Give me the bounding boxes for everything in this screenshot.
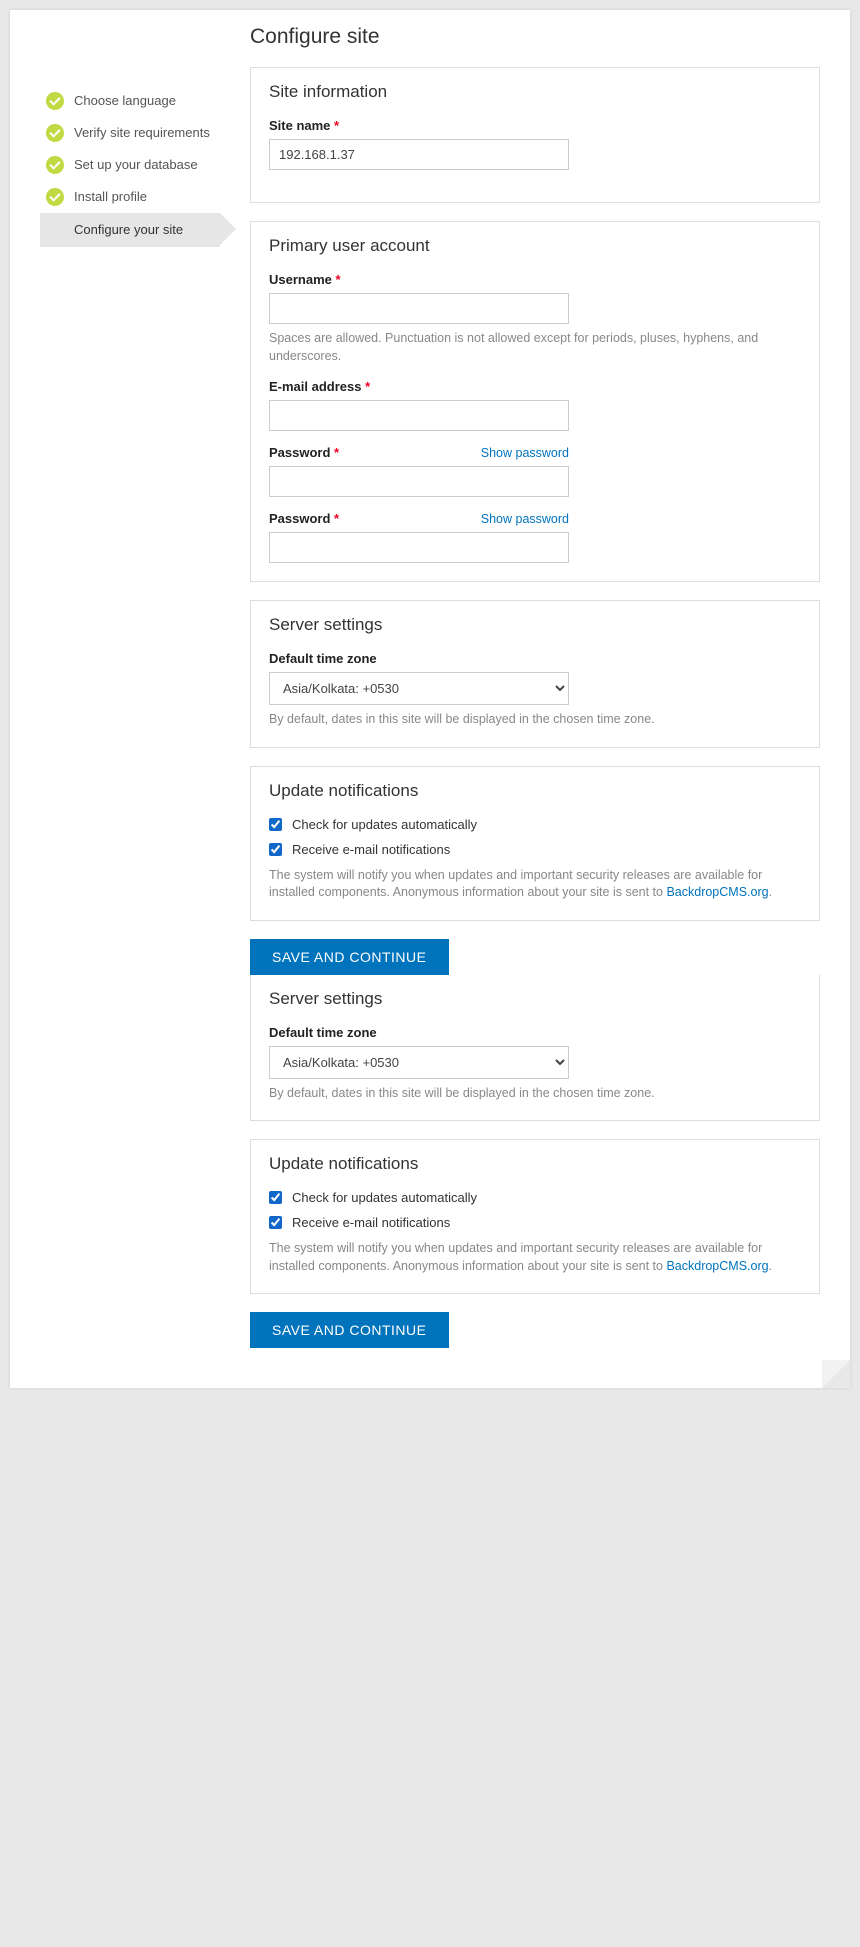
timezone-help: By default, dates in this site will be d… bbox=[269, 711, 801, 729]
site-information-card: Site information Site name * bbox=[250, 67, 820, 203]
timezone-label: Default time zone bbox=[269, 651, 801, 666]
timezone-select[interactable]: Asia/Kolkata: +0530 bbox=[269, 1046, 569, 1079]
primary-user-card: Primary user account Username * Spaces a… bbox=[250, 221, 820, 582]
step-verify-requirements: Verify site requirements bbox=[40, 117, 220, 149]
server-settings-card: Server settings Default time zone Asia/K… bbox=[250, 600, 820, 748]
email-notifications-checkbox[interactable] bbox=[269, 1216, 282, 1229]
backdrop-link[interactable]: BackdropCMS.org bbox=[666, 1259, 768, 1273]
corner-fold-icon bbox=[822, 1360, 850, 1388]
required-marker: * bbox=[365, 379, 370, 394]
password-label: Password * bbox=[269, 445, 339, 460]
card-legend: Update notifications bbox=[269, 1154, 801, 1174]
password-confirm-input[interactable] bbox=[269, 532, 569, 563]
step-label: Set up your database bbox=[74, 156, 198, 174]
update-notifications-card-dup: Update notifications Check for updates a… bbox=[250, 1139, 820, 1294]
show-password-link[interactable]: Show password bbox=[481, 512, 569, 526]
card-legend: Primary user account bbox=[269, 236, 801, 256]
save-continue-button[interactable]: SAVE AND CONTINUE bbox=[250, 939, 449, 975]
server-settings-card-dup: Server settings Default time zone Asia/K… bbox=[250, 975, 820, 1122]
updates-note: The system will notify you when updates … bbox=[269, 1240, 801, 1275]
step-label: Install profile bbox=[74, 188, 147, 206]
step-choose-language: Choose language bbox=[40, 85, 220, 117]
show-password-link[interactable]: Show password bbox=[481, 446, 569, 460]
check-icon bbox=[46, 92, 64, 110]
timezone-select[interactable]: Asia/Kolkata: +0530 bbox=[269, 672, 569, 705]
email-label: E-mail address * bbox=[269, 379, 801, 394]
step-configure-site: Configure your site bbox=[40, 213, 220, 247]
check-updates-label: Check for updates automatically bbox=[292, 817, 477, 832]
step-label: Verify site requirements bbox=[74, 124, 210, 142]
page-container: Choose language Verify site requirements… bbox=[10, 10, 850, 1388]
step-label: Choose language bbox=[74, 92, 176, 110]
email-input[interactable] bbox=[269, 400, 569, 431]
timezone-label: Default time zone bbox=[269, 1025, 801, 1040]
check-icon bbox=[46, 188, 64, 206]
main-content: Configure site Site information Site nam… bbox=[220, 25, 820, 1348]
password-confirm-label: Password * bbox=[269, 511, 339, 526]
site-name-label: Site name * bbox=[269, 118, 801, 133]
required-marker: * bbox=[334, 511, 339, 526]
timezone-help: By default, dates in this site will be d… bbox=[269, 1085, 801, 1103]
required-marker: * bbox=[336, 272, 341, 287]
backdrop-link[interactable]: BackdropCMS.org bbox=[666, 885, 768, 899]
step-setup-database: Set up your database bbox=[40, 149, 220, 181]
install-progress-sidebar: Choose language Verify site requirements… bbox=[40, 25, 220, 1348]
step-install-profile: Install profile bbox=[40, 181, 220, 213]
check-updates-label: Check for updates automatically bbox=[292, 1190, 477, 1205]
check-updates-checkbox[interactable] bbox=[269, 818, 282, 831]
check-icon bbox=[46, 156, 64, 174]
card-legend: Site information bbox=[269, 82, 801, 102]
check-icon bbox=[46, 124, 64, 142]
save-continue-button[interactable]: SAVE AND CONTINUE bbox=[250, 1312, 449, 1348]
page-title: Configure site bbox=[250, 25, 820, 49]
site-name-input[interactable] bbox=[269, 139, 569, 170]
card-legend: Update notifications bbox=[269, 781, 801, 801]
username-help: Spaces are allowed. Punctuation is not a… bbox=[269, 330, 801, 365]
password-input[interactable] bbox=[269, 466, 569, 497]
email-notifications-label: Receive e-mail notifications bbox=[292, 842, 450, 857]
required-marker: * bbox=[334, 445, 339, 460]
update-notifications-card: Update notifications Check for updates a… bbox=[250, 766, 820, 921]
email-notifications-checkbox[interactable] bbox=[269, 843, 282, 856]
updates-note: The system will notify you when updates … bbox=[269, 867, 801, 902]
required-marker: * bbox=[334, 118, 339, 133]
step-label: Configure your site bbox=[74, 221, 183, 239]
username-label: Username * bbox=[269, 272, 801, 287]
email-notifications-label: Receive e-mail notifications bbox=[292, 1215, 450, 1230]
check-updates-checkbox[interactable] bbox=[269, 1191, 282, 1204]
card-legend: Server settings bbox=[269, 615, 801, 635]
card-legend: Server settings bbox=[269, 989, 801, 1009]
username-input[interactable] bbox=[269, 293, 569, 324]
